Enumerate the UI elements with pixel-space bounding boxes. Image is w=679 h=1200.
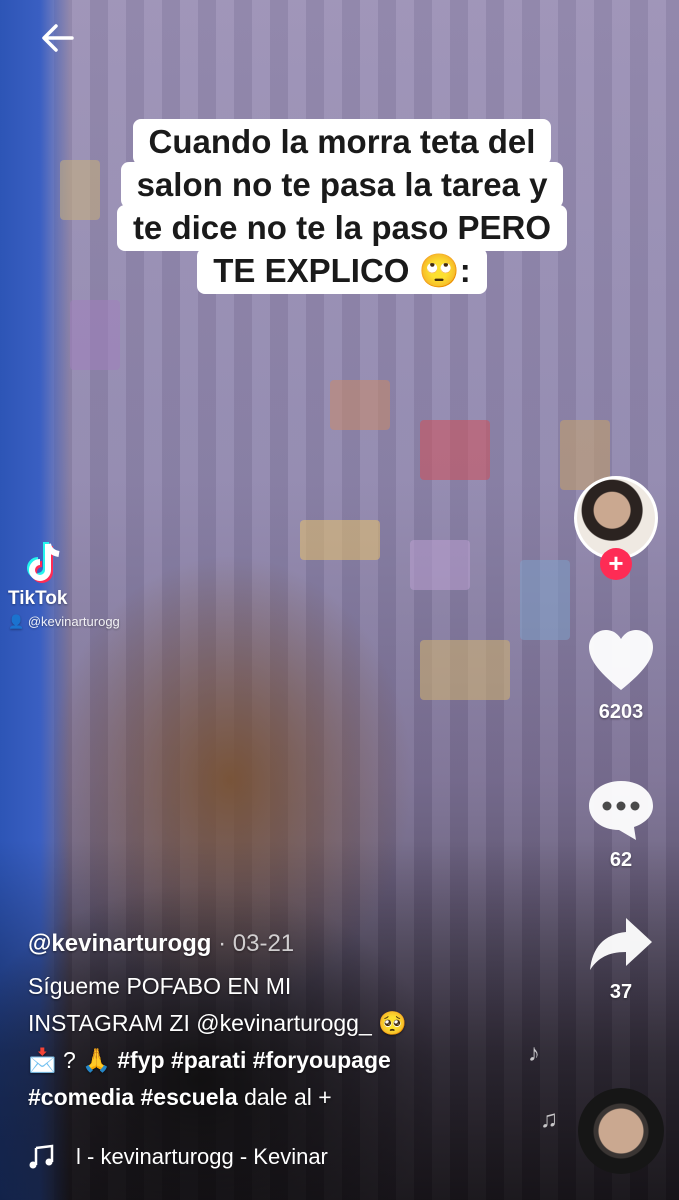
- caption-line: salon no te pasa la tarea y: [120, 162, 564, 208]
- watermark-username: @kevinarturogg: [27, 614, 120, 629]
- tiktok-watermark: TikTok 👤 @kevinarturogg: [8, 540, 120, 630]
- hashtag-link[interactable]: #comedia: [28, 1084, 134, 1110]
- music-title: l - kevinarturogg - Kevinar: [76, 1144, 328, 1169]
- user-icon: 👤: [8, 614, 28, 629]
- floating-music-note-icon: ♪: [528, 1040, 540, 1067]
- curtain-pattern: [420, 640, 510, 700]
- caption-line: Cuando la morra teta del: [132, 119, 552, 165]
- curtain-pattern: [520, 560, 570, 640]
- music-info[interactable]: l - kevinarturogg - Kevinar: [28, 1144, 388, 1170]
- comment-count: 62: [609, 849, 633, 871]
- floating-music-note-icon: ♫: [540, 1106, 558, 1133]
- author-username[interactable]: @kevinarturogg: [28, 930, 211, 957]
- follow-plus-icon[interactable]: +: [600, 548, 632, 580]
- post-description: Sígueme POFABO EN MI INSTAGRAM ZI @kevin…: [28, 968, 498, 1116]
- curtain-pattern: [330, 380, 390, 430]
- curtain-pattern: [70, 300, 120, 370]
- post-date: · 03-21: [218, 930, 295, 957]
- curtain-pattern: [300, 520, 380, 560]
- post-info: @kevinarturogg · 03-21 Sígueme POFABO EN…: [28, 930, 498, 1116]
- watermark-user: 👤 @kevinarturogg: [8, 614, 120, 630]
- description-text: dale al +: [244, 1084, 332, 1110]
- description-emoji: 📩 ? 🙏: [28, 1047, 111, 1073]
- like-button[interactable]: 6203: [580, 628, 662, 724]
- caption-line: TE EXPLICO 🙄:: [197, 248, 487, 294]
- music-note-icon: [29, 1144, 54, 1169]
- tiktok-logo-icon: [26, 540, 66, 586]
- share-arrow-icon: [590, 918, 652, 970]
- back-arrow-icon[interactable]: [36, 18, 80, 62]
- tiktok-logo-graphic: [27, 542, 60, 583]
- video-caption: Cuando la morra teta del salon no te pas…: [82, 119, 602, 294]
- comment-button[interactable]: 62: [580, 778, 662, 872]
- description-line: Sígueme POFABO EN MI: [28, 973, 292, 999]
- back-arrow-icon-graphic: [42, 24, 74, 52]
- caption-line: te dice no te la paso PERO: [116, 205, 568, 251]
- music-disc[interactable]: [578, 1088, 664, 1174]
- share-count: 37: [609, 981, 633, 1003]
- hashtag-link[interactable]: #foryoupage: [253, 1047, 391, 1073]
- watermark-brand: TikTok: [8, 588, 68, 609]
- share-button[interactable]: 37: [580, 914, 662, 1004]
- description-line: INSTAGRAM ZI @kevinarturogg_ 🥺: [28, 1010, 407, 1036]
- curtain-pattern: [420, 420, 490, 480]
- curtain-pattern: [410, 540, 470, 590]
- hashtag-link[interactable]: #escuela: [141, 1084, 238, 1110]
- description-line: 📩 ? 🙏 #fyp #parati #foryoupage: [28, 1042, 498, 1079]
- creator-avatar-group: +: [574, 476, 664, 580]
- like-count: 6203: [598, 701, 644, 723]
- hashtag-link[interactable]: #parati: [171, 1047, 246, 1073]
- hashtag-link[interactable]: #fyp: [117, 1047, 164, 1073]
- description-line: #comedia #escuela dale al +: [28, 1079, 498, 1116]
- heart-icon: [589, 630, 653, 690]
- comment-bubble-icon: [589, 781, 653, 840]
